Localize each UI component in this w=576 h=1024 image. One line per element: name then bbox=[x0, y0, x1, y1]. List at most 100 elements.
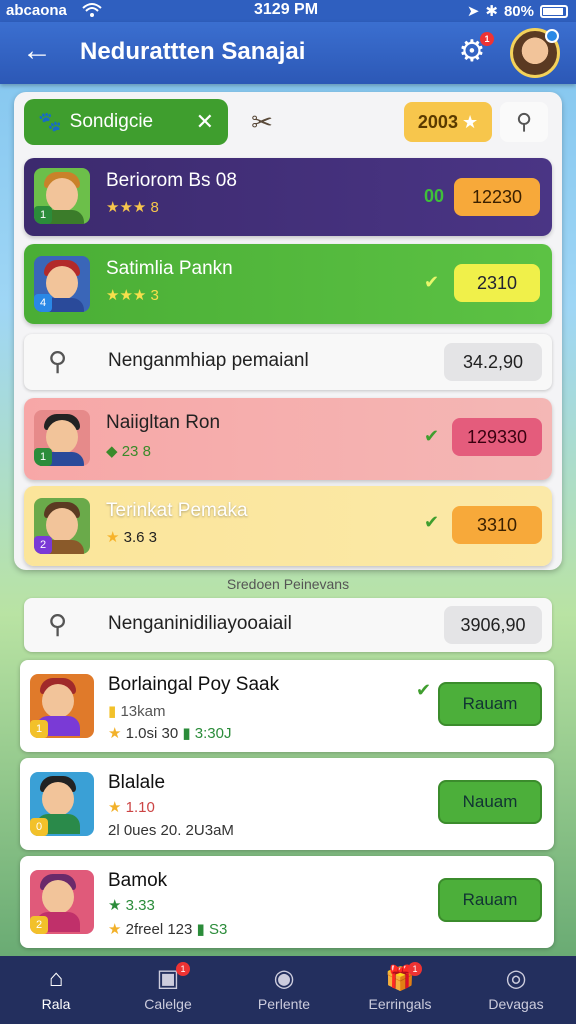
player-name: Satimlia Pankn bbox=[106, 258, 233, 279]
money-icon: ▮ bbox=[182, 725, 191, 742]
score-value: 2310 bbox=[476, 272, 518, 293]
player-line-3-text: 3:30J bbox=[194, 725, 232, 742]
ranking-card-4[interactable]: 2 Terinkat Pemaka ★ 3.6 3 ✔ 3310 bbox=[24, 486, 552, 566]
settings-badge: 1 bbox=[480, 32, 494, 46]
player-name: Bamok bbox=[108, 870, 168, 891]
player-sub: ★ 3.6 3 bbox=[106, 528, 157, 546]
player-rating: ★★★ 8 bbox=[106, 199, 159, 216]
star-icon: ★ bbox=[108, 725, 122, 742]
player-name: Beriorom Bs 08 bbox=[106, 170, 237, 191]
coin-counter[interactable]: 2003 ★ bbox=[404, 102, 492, 142]
gem-icon: ◆ bbox=[106, 443, 118, 460]
gift-icon: 🎁 bbox=[385, 965, 415, 992]
player-name: Blalale bbox=[108, 772, 166, 793]
coin-value: 2003 bbox=[417, 111, 458, 132]
player-line-1: ★ 3.33 bbox=[108, 896, 155, 914]
search-row-text: Nenganmhiap pemaianl bbox=[108, 350, 309, 371]
level-badge: 1 bbox=[34, 448, 52, 466]
player-avatar: 1 bbox=[30, 674, 94, 738]
nav-label: Rala bbox=[41, 996, 71, 1012]
bottom-nav: ⌂ Rala ▣ 1 Calelge ◉ Perlente 🎁 1 Eerrin… bbox=[0, 956, 576, 1024]
player-action-button-label: Nauam bbox=[462, 792, 518, 811]
player-line-1-text: 1.10 bbox=[125, 799, 155, 816]
player-line-3-text: S3 bbox=[208, 921, 228, 938]
nav-item-gift[interactable]: 🎁 1 Eerringals bbox=[350, 962, 450, 1012]
player-name: Borlaingal Poy Saak bbox=[108, 674, 280, 695]
player-action-button[interactable]: Rauam bbox=[438, 682, 542, 726]
online-indicator bbox=[545, 29, 559, 43]
nav-item-more[interactable]: ◎ Devagas bbox=[466, 964, 566, 1012]
check-icon: ✔ bbox=[424, 512, 440, 532]
nav-item-home[interactable]: ⌂ Rala bbox=[6, 964, 106, 1012]
circle-icon: ◎ bbox=[505, 965, 527, 992]
nav-badge: 1 bbox=[176, 962, 190, 976]
player-line-1: ▮ 13kam bbox=[108, 702, 165, 720]
player-card-2[interactable]: 0 Blalale ★ 1.10 2l 0ues 20. 2U3aM Nauam bbox=[20, 758, 554, 850]
bluetooth-icon: ✱ bbox=[485, 3, 498, 20]
ranking-card-2[interactable]: 4 Satimlia Pankn ★★★ 3 ✔ 2310 bbox=[24, 244, 552, 324]
filter-chip-label: Sondigcie bbox=[69, 111, 154, 132]
player-card-1[interactable]: 1 Borlaingal Poy Saak ▮ 13kam ★ 1.0si 30… bbox=[20, 660, 554, 752]
level-badge: 2 bbox=[30, 916, 48, 934]
player-line-2: ★ 2freel 123 ▮ S3 bbox=[108, 920, 227, 938]
player-line-2: ★ 1.0si 30 ▮ 3:30J bbox=[108, 724, 231, 742]
player-line-1-text: 3.33 bbox=[125, 897, 155, 914]
ranking-card-3[interactable]: 1 Naiigltan Ron ◆ 23 8 ✔ 129330 bbox=[24, 398, 552, 480]
player-sub-value: 3.6 3 bbox=[123, 529, 157, 546]
player-card-3[interactable]: 2 Bamok ★ 3.33 ★ 2freel 123 ▮ S3 Rauam bbox=[20, 856, 554, 948]
nav-label: Calelge bbox=[144, 996, 192, 1012]
nav-badge: 1 bbox=[408, 962, 422, 976]
search-row-value: 3906,90 bbox=[444, 606, 542, 644]
carrier-label: abcaona bbox=[6, 2, 67, 19]
score-box: 3310 bbox=[452, 506, 542, 544]
player-avatar: 2 bbox=[34, 498, 90, 554]
chip-icon: 🐾 bbox=[38, 112, 62, 133]
nav-label: Perlente bbox=[257, 996, 311, 1012]
search-row-2[interactable]: ⚲ Nenganinidiliayooaiail 3906,90 bbox=[24, 598, 552, 652]
score-value: 129330 bbox=[466, 426, 528, 447]
player-name: Naiigltan Ron bbox=[106, 412, 221, 433]
wifi-icon bbox=[82, 2, 102, 22]
star-icon: ★ bbox=[108, 921, 122, 938]
back-arrow-icon[interactable]: ← bbox=[22, 36, 52, 66]
profile-avatar[interactable] bbox=[510, 28, 560, 78]
status-bar: abcaona 3129 PM ➤ ✱ 80% bbox=[0, 0, 576, 22]
search-row-text: Nenganinidiliayooaiail bbox=[108, 613, 292, 634]
section-heading: Sredoen Peinevans bbox=[226, 576, 350, 592]
ranking-card-1[interactable]: 1 Beriorom Bs 08 ★★★ 8 00 12230 bbox=[24, 158, 552, 236]
player-avatar: 1 bbox=[34, 410, 90, 466]
score-box: 2310 bbox=[454, 264, 540, 302]
star-icon: ★ bbox=[108, 897, 122, 914]
score-value: 3310 bbox=[476, 514, 518, 535]
level-badge: 1 bbox=[34, 206, 52, 224]
location-icon: ➤ bbox=[466, 3, 480, 20]
player-action-button[interactable]: Rauam bbox=[438, 878, 542, 922]
player-avatar: 1 bbox=[34, 168, 90, 224]
search-row-1[interactable]: ⚲ Nenganmhiap pemaianl 34.2,90 bbox=[24, 334, 552, 390]
player-line-2-text: 2l 0ues 20. 2U3aM bbox=[108, 822, 234, 839]
nav-item-cards[interactable]: ▣ 1 Calelge bbox=[118, 962, 218, 1012]
nav-label: Devagas bbox=[488, 996, 544, 1012]
tool-icon[interactable]: ✂ bbox=[244, 104, 280, 140]
player-avatar: 4 bbox=[34, 256, 90, 312]
player-line-2-text: 1.0si 30 bbox=[125, 725, 179, 742]
close-icon[interactable]: ✕ bbox=[196, 109, 214, 135]
star-icon: ★ bbox=[106, 529, 120, 546]
player-action-button-label: Rauam bbox=[462, 890, 518, 909]
player-line-2-text: 2freel 123 bbox=[125, 921, 193, 938]
player-sub: ◆ 23 8 bbox=[106, 442, 151, 460]
status-right: ➤ ✱ 80% bbox=[467, 2, 568, 20]
cookie-icon: ◉ bbox=[273, 965, 295, 992]
level-badge: 0 bbox=[30, 818, 48, 836]
filter-chip[interactable]: 🐾 Sondigcie ✕ bbox=[24, 99, 228, 145]
nav-item-cookie[interactable]: ◉ Perlente bbox=[234, 964, 334, 1012]
check-icon: ✔ bbox=[424, 426, 440, 446]
battery-icon bbox=[540, 4, 568, 18]
player-action-button[interactable]: Nauam bbox=[438, 780, 542, 824]
search-row-value: 34.2,90 bbox=[444, 343, 542, 381]
coin-icon: ▮ bbox=[108, 703, 117, 720]
battery-percent: 80% bbox=[503, 2, 534, 20]
player-action-button-label: Rauam bbox=[462, 694, 518, 713]
score-value: 12230 bbox=[471, 186, 523, 207]
search-tool-icon[interactable]: ⚲ bbox=[500, 102, 548, 142]
